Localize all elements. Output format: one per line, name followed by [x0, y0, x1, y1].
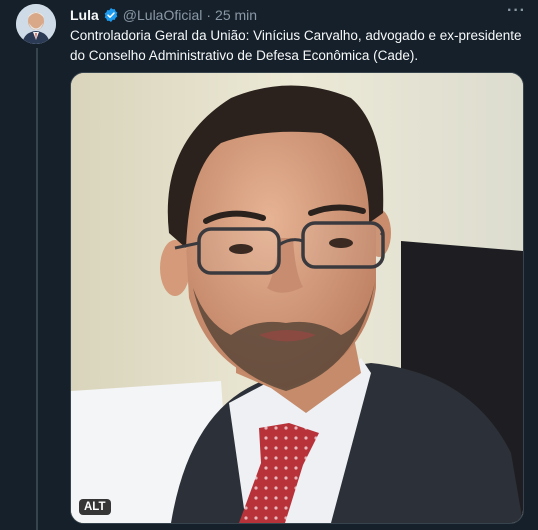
- header-separator: ·: [206, 7, 212, 23]
- author-avatar[interactable]: [16, 4, 56, 44]
- alt-text-badge[interactable]: ALT: [79, 499, 111, 515]
- author-handle[interactable]: @LulaOficial: [123, 7, 203, 23]
- verified-badge-icon: [103, 7, 119, 23]
- tweet-text: Controladoria Geral da União: Vinícius C…: [70, 28, 522, 63]
- tweet-header: Lula @LulaOficial · 25 min: [70, 6, 528, 24]
- avatar-portrait-icon: [16, 4, 56, 44]
- portrait-photo: [71, 73, 523, 523]
- author-name[interactable]: Lula: [70, 7, 99, 23]
- thread-connector-line: [36, 48, 38, 530]
- tweet-timestamp[interactable]: 25 min: [215, 7, 257, 23]
- more-options-button[interactable]: ···: [507, 2, 526, 20]
- tweet-media-photo[interactable]: ALT: [70, 72, 524, 524]
